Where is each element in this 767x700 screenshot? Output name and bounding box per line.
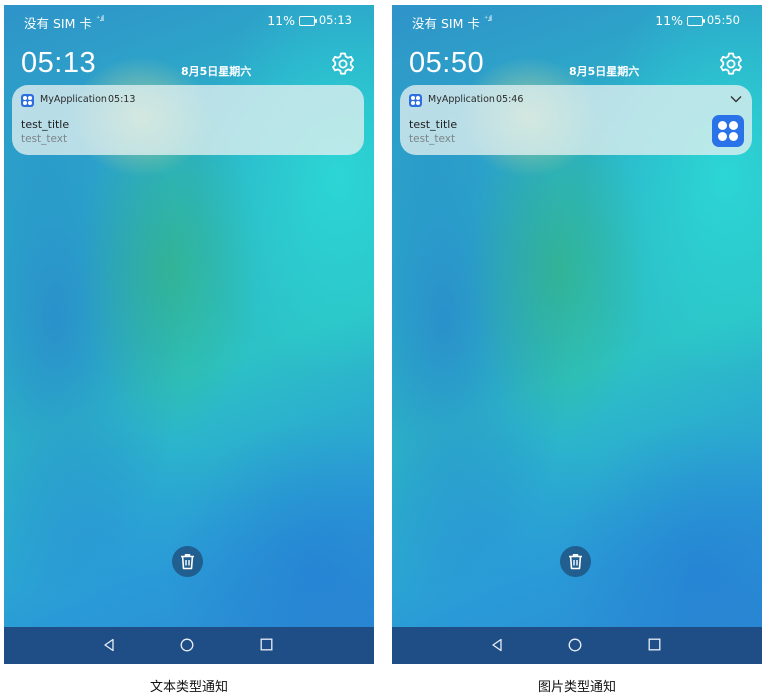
- app-icon: [21, 94, 34, 107]
- caption-image-notification: 图片类型通知: [537, 680, 616, 695]
- clear-notifications-button[interactable]: [560, 546, 591, 577]
- carrier-label: 没有 SIM 卡: [24, 16, 92, 31]
- notification-title: test_title: [409, 118, 458, 131]
- notification-time: 05:46: [496, 94, 524, 105]
- caption-text-notification: 文本类型通知: [149, 680, 228, 695]
- back-button[interactable]: [103, 638, 115, 652]
- notification-card[interactable]: MyApplication 05:13 test_title test_text: [12, 85, 364, 155]
- carrier-label: 没有 SIM 卡: [412, 16, 480, 31]
- app-icon: [409, 94, 422, 107]
- lockscreen-date: 8月5日星期六: [181, 65, 252, 78]
- signal-icon: ⁺.ıl: [484, 14, 492, 23]
- status-time: 05:50: [706, 13, 740, 27]
- app-image-icon: [712, 115, 744, 147]
- navigation-bar: [392, 627, 762, 664]
- notification-text: test_text: [409, 133, 456, 145]
- trash-icon: [181, 554, 194, 570]
- navigation-bar: [4, 627, 374, 664]
- chevron-down-icon[interactable]: [730, 95, 742, 103]
- battery-icon: [687, 16, 705, 26]
- lockscreen-clock: 05:13: [21, 47, 97, 79]
- phone-screen-image-notification: 没有 SIM 卡 ⁺.ıl 11% 05:50 05:50 8月5日星期六 My…: [392, 5, 762, 664]
- status-bar: 没有 SIM 卡 ⁺.ıl 11% 05:50: [392, 13, 762, 33]
- notification-app-name: MyApplication: [428, 94, 495, 105]
- phone-screen-text-notification: 没有 SIM 卡 ⁺.ıl 11% 05:13 05:13 8月5日星期六 My…: [4, 5, 374, 664]
- gear-icon[interactable]: [718, 51, 744, 77]
- status-time: 05:13: [318, 13, 352, 27]
- back-button[interactable]: [491, 638, 503, 652]
- home-button[interactable]: [568, 638, 582, 652]
- recents-button[interactable]: [648, 638, 661, 651]
- notification-card[interactable]: MyApplication 05:46 test_title test_text: [400, 85, 752, 155]
- battery-icon: [299, 16, 317, 26]
- notification-text: test_text: [21, 133, 68, 145]
- notification-app-name: MyApplication: [40, 94, 107, 105]
- notification-title: test_title: [21, 118, 70, 131]
- battery-percent: 11%: [655, 13, 683, 28]
- lockscreen-clock: 05:50: [409, 47, 485, 79]
- signal-icon: ⁺.ıl: [96, 14, 104, 23]
- home-button[interactable]: [180, 638, 194, 652]
- battery-percent: 11%: [267, 13, 295, 28]
- notification-time: 05:13: [108, 94, 136, 105]
- lockscreen-date: 8月5日星期六: [569, 65, 640, 78]
- clear-notifications-button[interactable]: [172, 546, 203, 577]
- status-bar: 没有 SIM 卡 ⁺.ıl 11% 05:13: [4, 13, 374, 33]
- recents-button[interactable]: [260, 638, 273, 651]
- trash-icon: [569, 554, 582, 570]
- gear-icon[interactable]: [330, 51, 356, 77]
